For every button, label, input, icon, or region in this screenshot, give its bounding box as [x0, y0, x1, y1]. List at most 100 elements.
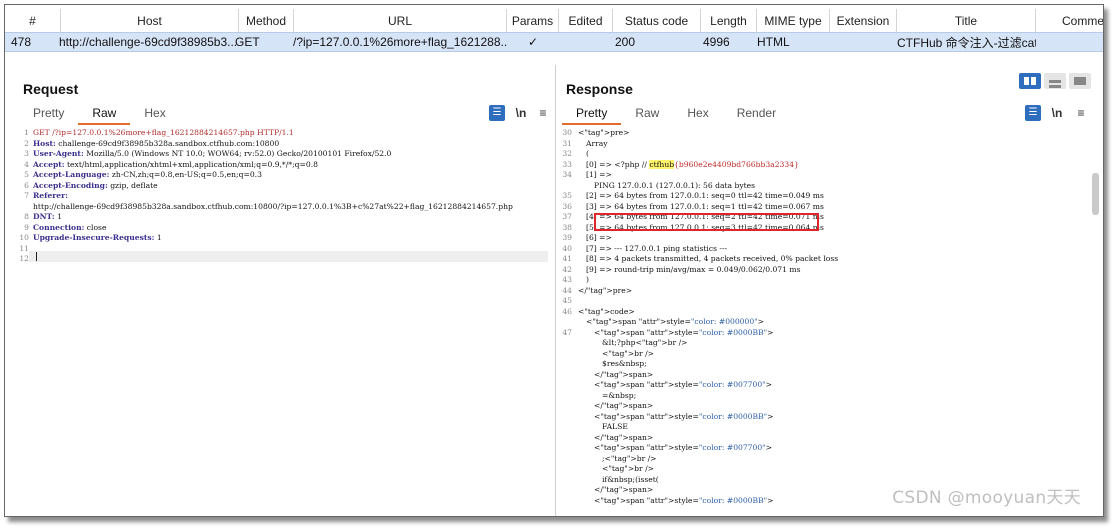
line-text: Array	[586, 138, 608, 148]
header-name: Accept-Language:	[33, 170, 110, 179]
tab-hex[interactable]: Hex	[130, 103, 179, 125]
layout-split-vertical-icon[interactable]	[1019, 73, 1041, 89]
header-value: Mozilla/5.0 (Windows NT 10.0; WOW64; rv:…	[83, 149, 392, 158]
col-number[interactable]: #	[5, 9, 61, 33]
header-value: GET /?ip=127.0.0.1%26more+flag_162128842…	[33, 128, 294, 137]
line-text: GET /?ip=127.0.0.1%26more+flag_162128842…	[33, 128, 294, 139]
line-text: DNT: 1	[33, 212, 62, 223]
response-line: <"tag">span "attr">style="color: #0000BB…	[556, 412, 1089, 423]
response-scrollbar[interactable]	[1092, 173, 1099, 215]
line-text: Accept-Encoding: gzip, deflate	[33, 181, 158, 192]
menu-icon[interactable]: ≡	[535, 105, 551, 121]
header-name: Upgrade-Insecure-Requests:	[33, 233, 155, 242]
header-name: DNT:	[33, 212, 55, 221]
response-tabs: Pretty Raw Hex Render	[562, 103, 790, 125]
line-number: 45	[562, 296, 572, 305]
tab-hex[interactable]: Hex	[673, 103, 722, 125]
header-name: Host:	[33, 138, 56, 148]
wrap-lines-icon[interactable]: ☰	[489, 105, 505, 121]
col-url[interactable]: URL	[294, 9, 507, 33]
header-value: challenge-69cd9f38985b328a.sandbox.ctfhu…	[55, 138, 280, 148]
col-method[interactable]: Method	[239, 9, 294, 33]
response-line: ;<"tag">br />	[556, 454, 1089, 465]
line-number: 1	[24, 128, 29, 137]
response-editor[interactable]: 30 <"tag">pre> 31 Array 32 (33 [0] => <?php //…	[556, 127, 1089, 510]
response-title: Response	[566, 81, 633, 97]
row-comment	[1036, 33, 1103, 51]
col-params[interactable]: Params	[507, 9, 559, 33]
line-text: </"tag">span>	[594, 401, 654, 410]
col-host[interactable]: Host	[61, 9, 239, 33]
watermark: CSDN @mooyuan天天	[892, 488, 1081, 508]
tab-pretty[interactable]: Pretty	[19, 103, 78, 125]
line-number: 5	[24, 170, 29, 179]
row-url: /?ip=127.0.0.1%26more+flag_1621288...	[293, 35, 507, 49]
line-text: </"tag">pre>	[578, 285, 633, 295]
flag-highlight-box	[594, 213, 819, 231]
show-newlines-icon[interactable]: \n	[513, 105, 529, 121]
line-number: 4	[24, 159, 29, 169]
tab-pretty[interactable]: Pretty	[562, 103, 622, 125]
line-number: 3	[24, 149, 29, 158]
col-comment[interactable]: Comme	[1036, 9, 1103, 33]
wrap-lines-icon[interactable]: ☰	[1025, 105, 1041, 121]
line-number: 35	[562, 191, 572, 200]
layout-split-horizontal-icon[interactable]	[1044, 73, 1066, 89]
response-line: PING 127.0.0.1 (127.0.0.1): 56 data byte…	[556, 181, 1089, 192]
line-text: <"tag">code>	[578, 306, 635, 316]
col-extension[interactable]: Extension	[830, 9, 897, 33]
col-mime[interactable]: MIME type	[757, 9, 830, 33]
response-line: <"tag">br />	[556, 349, 1089, 360]
request-line: 8 DNT: 1	[13, 212, 553, 223]
table-row[interactable]: 478 http://challenge-69cd9f38985b3... GE…	[5, 32, 1103, 52]
line-text: =&nbsp;	[602, 390, 637, 400]
request-title: Request	[23, 81, 79, 97]
response-line: </"tag">span>	[556, 433, 1089, 444]
col-edited[interactable]: Edited	[559, 9, 613, 33]
show-newlines-icon[interactable]: \n	[1049, 105, 1065, 121]
flag-keyword: ctfhub	[649, 159, 675, 169]
line-number: 44	[562, 285, 572, 295]
line-text: [0] => <?php // ctfhub{b960e2e4409bd766b…	[586, 159, 799, 171]
line-text: [6] =>	[586, 233, 612, 242]
row-status: 200	[615, 35, 636, 49]
response-line: 39 [6] =>	[556, 233, 1089, 244]
request-line: 3 User-Agent: Mozilla/5.0 (Windows NT 10.…	[13, 149, 553, 160]
col-status[interactable]: Status code	[613, 9, 701, 33]
proxy-history-table: # Host Method URL Params Edited Status c…	[5, 5, 1103, 57]
request-line: 6 Accept-Encoding: gzip, deflate	[13, 181, 553, 192]
line-number: 33	[562, 159, 572, 169]
line-number: 46	[562, 306, 572, 316]
line-text: </"tag">span>	[594, 432, 654, 442]
line-text: [1] =>	[586, 170, 612, 179]
response-line: 36 [3] => 64 bytes from 127.0.0.1: seq=1 …	[556, 202, 1089, 213]
header-value: 1	[54, 212, 62, 221]
line-text: Connection: close	[33, 223, 106, 234]
request-editor[interactable]: 1 GET /?ip=127.0.0.1%26more+flag_16212884…	[13, 127, 553, 510]
col-length[interactable]: Length	[701, 9, 757, 33]
menu-icon[interactable]: ≡	[1073, 105, 1089, 121]
tab-raw[interactable]: Raw	[621, 103, 673, 125]
layout-single-icon[interactable]	[1069, 73, 1091, 89]
request-line: 10 Upgrade-Insecure-Requests: 1	[13, 233, 553, 244]
response-line: <"tag">span "attr">style="color: #007700…	[556, 443, 1089, 454]
response-line: </"tag">span>	[556, 401, 1089, 412]
response-line: 40 [7] => --- 127.0.0.1 ping statistics -…	[556, 244, 1089, 255]
header-name: Accept:	[33, 159, 65, 169]
tab-raw[interactable]: Raw	[78, 103, 131, 125]
line-text: (	[586, 149, 589, 158]
header-name: Connection:	[33, 222, 85, 232]
header-value: zh-CN,zh;q=0.8,en-US;q=0.5,en;q=0.3	[109, 170, 262, 179]
request-line: 9 Connection: close	[13, 223, 553, 234]
flag-prefix: [0] => <?php //	[586, 159, 650, 169]
row-edited	[559, 33, 613, 51]
line-text: [9] => round-trip min/avg/max = 0.049/0.…	[586, 264, 801, 274]
line-text: <"tag">span "attr">style="color: #007700…	[594, 443, 773, 452]
layout-toggle	[1019, 73, 1091, 89]
header-name: User-Agent:	[33, 149, 84, 158]
response-line: 34 [1] =>	[556, 170, 1089, 181]
col-title[interactable]: Title	[897, 9, 1036, 33]
header-name: Referer:	[33, 191, 68, 200]
line-text: <"tag">span "attr">style="color: #0000BB…	[594, 495, 774, 505]
tab-render[interactable]: Render	[723, 103, 790, 125]
